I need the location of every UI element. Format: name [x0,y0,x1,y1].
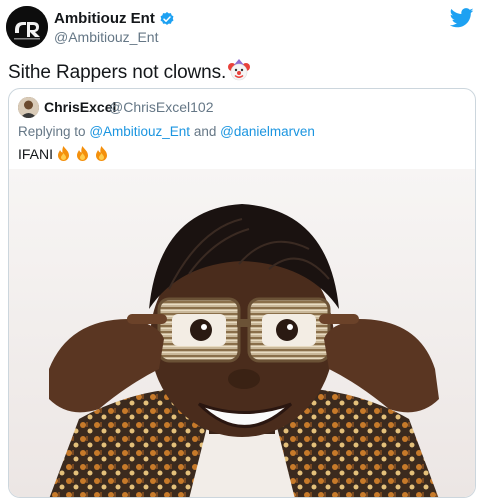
quoted-author-avatar[interactable] [18,97,39,118]
twitter-bird-icon[interactable] [449,8,474,28]
mention-link[interactable]: @danielmarven [220,124,315,139]
tweet-body: Sithe Rappers not clowns. [8,59,251,84]
quoted-display-name[interactable]: ChrisExcel [44,99,116,115]
quoted-body: IFANI [18,145,110,162]
author-avatar[interactable] [6,6,48,48]
mention-link[interactable]: @Ambitiouz_Ent [89,124,190,139]
quoted-photo[interactable] [9,169,475,497]
replying-to-line: Replying to @Ambitiouz_Ent and @danielma… [18,124,315,139]
tweet-card[interactable]: Ambitiouz Ent @Ambitiouz_Ent Sithe Rappe… [0,0,488,503]
tweet-text: Sithe Rappers not clowns. [8,62,227,83]
quoted-text: IFANI [18,145,54,162]
author-display-name[interactable]: Ambitiouz Ent [54,10,155,27]
reply-and-label: and [193,124,217,139]
clown-face-icon [228,59,251,81]
fire-icon [74,145,91,162]
quoted-tweet[interactable]: ChrisExcel @ChrisExcel102 Replying to @A… [8,88,476,498]
verified-badge-icon [159,11,175,27]
fire-icon [55,145,72,162]
replying-to-label: Replying to [18,124,86,139]
author-handle[interactable]: @Ambitiouz_Ent [54,29,158,45]
fire-icon [93,145,110,162]
quoted-handle[interactable]: @ChrisExcel102 [109,99,213,115]
